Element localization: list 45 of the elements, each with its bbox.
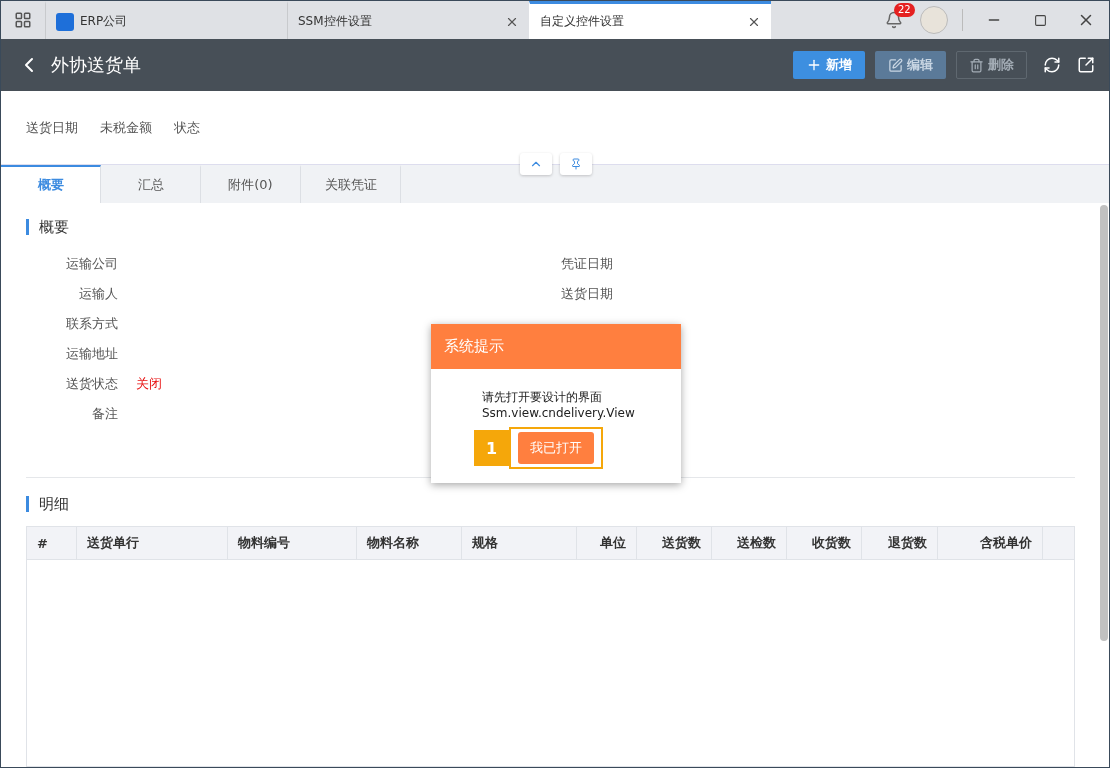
tab[interactable]: 概要 bbox=[1, 165, 101, 203]
window-tab[interactable]: 自定义控件设置 bbox=[529, 1, 771, 39]
refresh-icon[interactable] bbox=[1043, 56, 1061, 74]
step-marker: 1 bbox=[474, 430, 509, 466]
field-label: 送货状态 bbox=[65, 375, 118, 393]
dialog-message: 请先打开要设计的界面 Ssm.view.cndelivery.View bbox=[481, 389, 636, 421]
field-label: 联系方式 bbox=[65, 315, 118, 333]
section-title: 概要 bbox=[26, 219, 1075, 235]
scrollbar-thumb[interactable] bbox=[1100, 205, 1108, 641]
trash-icon bbox=[969, 57, 984, 73]
section-title: 明细 bbox=[26, 496, 1075, 512]
export-icon[interactable] bbox=[1077, 56, 1095, 74]
notification-badge: 22 bbox=[894, 3, 915, 17]
logo-icon bbox=[56, 12, 74, 31]
column-header: # bbox=[27, 527, 77, 559]
plus-icon bbox=[806, 57, 822, 73]
column-header: 退货数 bbox=[862, 527, 938, 559]
column-header: 物料名称 bbox=[357, 527, 462, 559]
tab[interactable]: 附件(0) bbox=[201, 165, 301, 203]
tab[interactable]: 汇总 bbox=[101, 165, 201, 203]
field-label: 送货日期 bbox=[560, 285, 613, 303]
field-label: 凭证日期 bbox=[560, 255, 613, 273]
edit-icon bbox=[888, 57, 903, 73]
bell-icon[interactable] bbox=[885, 11, 903, 29]
column-header: 收货数 bbox=[787, 527, 862, 559]
column-header: 含税单价 bbox=[938, 527, 1043, 559]
field-label: 运输地址 bbox=[65, 345, 118, 363]
column-header: 规格 bbox=[462, 527, 577, 559]
summary-label: 未税金额 bbox=[100, 118, 152, 137]
field-label: 备注 bbox=[91, 405, 118, 423]
column-header: 送货数 bbox=[637, 527, 712, 559]
field-label: 运输公司 bbox=[65, 255, 118, 273]
pin-button[interactable] bbox=[560, 153, 592, 175]
column-header: 送货单行 bbox=[77, 527, 228, 559]
pin-icon bbox=[570, 158, 582, 170]
summary-label: 状态 bbox=[174, 118, 200, 137]
tab[interactable]: 关联凭证 bbox=[301, 165, 401, 203]
field-value: 关闭 bbox=[136, 375, 162, 393]
column-header: 送检数 bbox=[712, 527, 787, 559]
column-header: 单位 bbox=[577, 527, 637, 559]
field-label: 运输人 bbox=[78, 285, 118, 303]
summary-label: 送货日期 bbox=[26, 118, 78, 137]
page-title: 外协送货单 bbox=[51, 53, 141, 77]
column-header: 物料编号 bbox=[228, 527, 357, 559]
dialog-title: 系统提示 bbox=[431, 324, 681, 369]
